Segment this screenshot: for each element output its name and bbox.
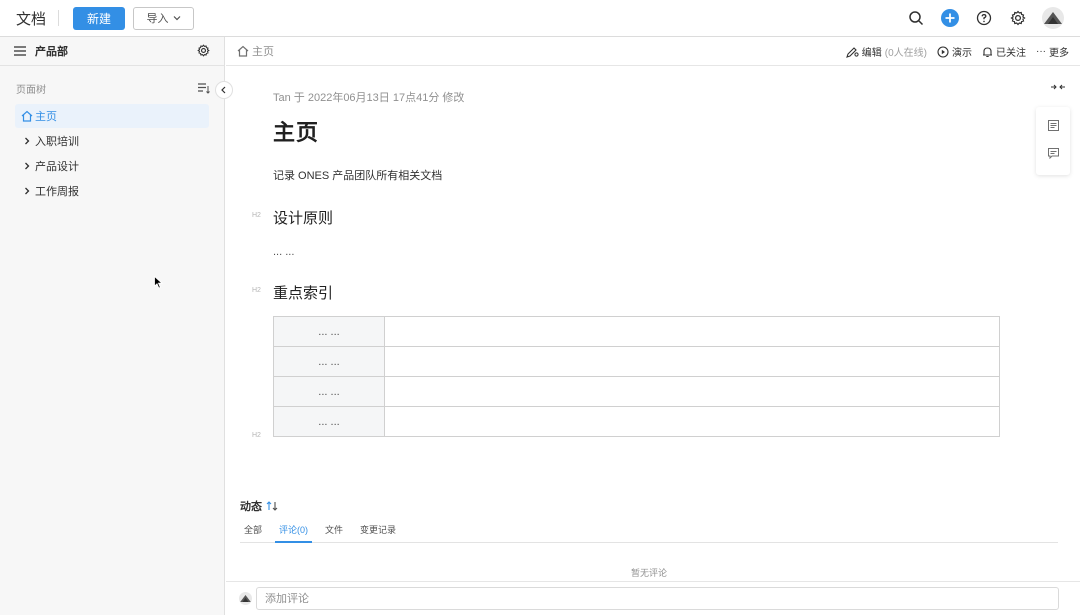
section-heading[interactable]: 设计原则	[273, 207, 1000, 228]
tree-item-home[interactable]: 主页	[15, 104, 209, 128]
edit-label: 编辑	[861, 48, 882, 59]
collapse-panel-icon[interactable]	[1051, 80, 1065, 94]
table-cell[interactable]: ... ...	[273, 406, 385, 437]
comment-icon[interactable]	[1047, 148, 1059, 162]
sort-order-icon[interactable]	[266, 501, 278, 511]
activity-header: 动态	[240, 498, 1058, 514]
tree-item-label: 产品设计	[35, 161, 79, 173]
chevron-down-icon	[173, 16, 180, 21]
chevron-right-icon[interactable]	[20, 187, 34, 195]
heading-marker: H2	[252, 432, 261, 439]
settings-icon[interactable]	[1008, 8, 1028, 28]
sidebar: 产品部 页面树 主页 入职培训 产品设计 工作周报	[0, 37, 225, 615]
tree-item-weekly-report[interactable]: 工作周报	[15, 179, 209, 203]
table-cell[interactable]	[384, 406, 1000, 437]
help-icon[interactable]	[974, 8, 994, 28]
tab-changes[interactable]: 变更记录	[356, 523, 400, 543]
empty-comments: 暂无评论	[630, 568, 667, 578]
table-row: ... ...	[273, 376, 1000, 407]
table-row: ... ...	[273, 316, 1000, 347]
section-heading-row: H2 设计原则	[252, 207, 1000, 228]
sidebar-header: 产品部	[0, 37, 224, 66]
activity-section: 动态 全部 评论(0) 文件 变更记录 暂无评论	[240, 498, 1058, 579]
table-cell[interactable]	[384, 316, 1000, 347]
floating-toolbar	[1036, 107, 1070, 175]
sort-icon[interactable]	[198, 83, 210, 97]
tab-files[interactable]: 文件	[321, 523, 347, 543]
section-body[interactable]: ... ...	[273, 246, 1000, 258]
activity-tabs: 全部 评论(0) 文件 变更记录	[240, 523, 1058, 543]
table-cell[interactable]: ... ...	[273, 316, 385, 347]
table-cell[interactable]: ... ...	[273, 376, 385, 407]
index-table: ... ... ... ... ... ... ... ...	[273, 316, 1000, 437]
chevron-right-icon[interactable]	[20, 137, 34, 145]
search-icon[interactable]	[906, 8, 926, 28]
more-button[interactable]: ··· 更多	[1036, 44, 1069, 59]
import-button[interactable]: 导入	[133, 6, 194, 30]
tree-item-onboarding[interactable]: 入职培训	[15, 129, 209, 153]
bell-icon	[983, 46, 992, 57]
divider	[58, 10, 59, 26]
comment-input[interactable]	[256, 587, 1059, 610]
heading-marker: H2	[252, 287, 261, 294]
tree-item-label: 入职培训	[35, 136, 79, 148]
main-content: 主页 编辑 (0人在线) 演示 已关注 ··· 更多 Tan 于 2022年06…	[226, 37, 1080, 615]
tree-item-product-design[interactable]: 产品设计	[15, 154, 209, 178]
home-icon	[20, 110, 34, 122]
import-label: 导入	[146, 13, 169, 25]
tree-item-label: 主页	[35, 111, 57, 123]
tab-all[interactable]: 全部	[240, 523, 266, 543]
mouse-cursor-icon	[154, 276, 163, 289]
last-modified: Tan 于 2022年06月13日 17点41分 修改	[273, 92, 465, 104]
edit-icon	[845, 46, 859, 58]
document-body: Tan 于 2022年06月13日 17点41分 修改 主页 记录 ONES 产…	[252, 89, 1000, 437]
chevron-right-icon[interactable]	[20, 162, 34, 170]
section-heading[interactable]: 重点索引	[273, 282, 1000, 303]
app-title: 文档	[16, 10, 47, 28]
comment-bar	[226, 581, 1080, 615]
play-icon	[937, 45, 949, 58]
new-button[interactable]: 新建	[73, 6, 125, 30]
space-settings-icon[interactable]	[197, 44, 210, 60]
tree-item-label: 工作周报	[35, 186, 79, 198]
page-tree-header: 页面树	[0, 82, 224, 102]
present-label: 演示	[952, 48, 972, 59]
tab-comments[interactable]: 评论(0)	[275, 523, 313, 543]
add-icon[interactable]	[940, 8, 960, 28]
follow-label: 已关注	[996, 48, 1026, 59]
outline-icon[interactable]	[1047, 120, 1059, 134]
table-cell[interactable]	[384, 346, 1000, 377]
section-heading-row: H2 重点索引	[252, 282, 1000, 303]
present-button[interactable]: 演示	[937, 44, 972, 59]
page-actions: 编辑 (0人在线) 演示 已关注 ··· 更多	[845, 37, 1069, 66]
avatar[interactable]	[1042, 7, 1064, 29]
avatar	[239, 592, 252, 605]
table-cell[interactable]: ... ...	[273, 346, 385, 377]
page-tree: 主页 入职培训 产品设计 工作周报	[0, 104, 224, 203]
page-description[interactable]: 记录 ONES 产品团队所有相关文档	[273, 167, 1000, 183]
top-bar: 文档 新建 导入	[0, 0, 1080, 37]
team-name: 产品部	[35, 46, 68, 58]
more-label: 更多	[1049, 48, 1069, 59]
activity-title: 动态	[240, 501, 262, 513]
breadcrumb: 主页 编辑 (0人在线) 演示 已关注 ··· 更多	[226, 37, 1080, 66]
online-count: (0人在线)	[884, 48, 927, 59]
edit-button[interactable]: 编辑 (0人在线)	[845, 44, 927, 59]
more-icon: ···	[1036, 46, 1046, 57]
heading-marker: H2	[252, 212, 261, 219]
table-cell[interactable]	[384, 376, 1000, 407]
home-icon[interactable]	[237, 45, 249, 57]
page-tree-label: 页面树	[16, 85, 46, 96]
page-title[interactable]: 主页	[273, 115, 1000, 147]
breadcrumb-current[interactable]: 主页	[252, 43, 274, 59]
follow-button[interactable]: 已关注	[982, 44, 1026, 59]
table-row: ... ...	[273, 346, 1000, 377]
table-row: ... ...	[273, 406, 1000, 437]
menu-icon[interactable]	[14, 46, 26, 56]
